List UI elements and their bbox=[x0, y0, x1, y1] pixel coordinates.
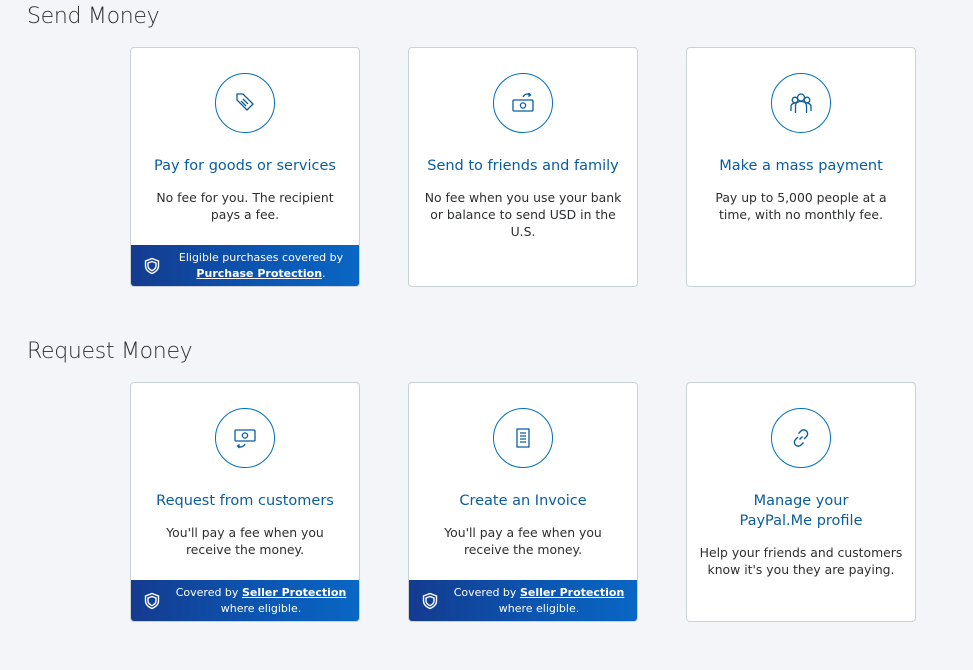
card-description: No fee for you. The recipient pays a fee… bbox=[156, 190, 334, 222]
send-cash-icon bbox=[493, 73, 553, 133]
purchase-protection-link[interactable]: Purchase Protection bbox=[196, 267, 322, 280]
pay-goods-services-card[interactable]: Pay for goods or services No fee for you… bbox=[130, 47, 360, 287]
banner-text: Covered by bbox=[175, 586, 239, 599]
seller-protection-banner: Covered by Seller Protection where eligi… bbox=[131, 580, 359, 621]
link-icon bbox=[771, 408, 831, 468]
banner-text: Eligible purchases covered by bbox=[178, 251, 344, 264]
request-customers-card[interactable]: Request from customers You'll pay a fee … bbox=[130, 382, 360, 622]
request-money-heading: Request Money bbox=[27, 339, 193, 364]
banner-text: Covered by bbox=[453, 586, 517, 599]
purchase-protection-banner: Eligible purchases covered by Purchase P… bbox=[131, 245, 359, 286]
shield-icon bbox=[131, 592, 173, 610]
seller-protection-link[interactable]: Seller Protection bbox=[520, 586, 624, 599]
shield-icon bbox=[409, 592, 451, 610]
card-title: Manage your PayPal.Me profile bbox=[739, 493, 863, 529]
card-description: No fee when you use your bank or balance… bbox=[424, 190, 622, 239]
invoice-icon bbox=[493, 408, 553, 468]
request-cash-icon bbox=[215, 408, 275, 468]
create-invoice-card[interactable]: Create an Invoice You'll pay a fee when … bbox=[408, 382, 638, 622]
card-description: Pay up to 5,000 people at a time, with n… bbox=[715, 190, 887, 222]
banner-text-post: . bbox=[322, 266, 326, 280]
card-description: You'll pay a fee when you receive the mo… bbox=[166, 525, 324, 557]
banner-text-post: where eligible. bbox=[220, 601, 302, 615]
seller-protection-banner: Covered by Seller Protection where eligi… bbox=[409, 580, 637, 621]
card-title: Pay for goods or services bbox=[154, 158, 336, 174]
paypal-me-profile-card[interactable]: Manage your PayPal.Me profile Help your … bbox=[686, 382, 916, 622]
send-money-heading: Send Money bbox=[27, 4, 160, 29]
mass-payment-card[interactable]: Make a mass payment Pay up to 5,000 peop… bbox=[686, 47, 916, 287]
card-title: Make a mass payment bbox=[719, 158, 883, 174]
seller-protection-link[interactable]: Seller Protection bbox=[242, 586, 346, 599]
card-description: You'll pay a fee when you receive the mo… bbox=[444, 525, 602, 557]
card-title: Create an Invoice bbox=[459, 493, 587, 509]
banner-text-post: where eligible. bbox=[498, 601, 580, 615]
card-description: Help your friends and customers know it'… bbox=[699, 545, 903, 577]
goods-tag-icon bbox=[215, 73, 275, 133]
shield-icon bbox=[131, 257, 173, 275]
people-group-icon bbox=[771, 73, 831, 133]
card-title: Request from customers bbox=[156, 493, 334, 509]
card-title: Send to friends and family bbox=[427, 158, 619, 174]
send-friends-family-card[interactable]: Send to friends and family No fee when y… bbox=[408, 47, 638, 287]
